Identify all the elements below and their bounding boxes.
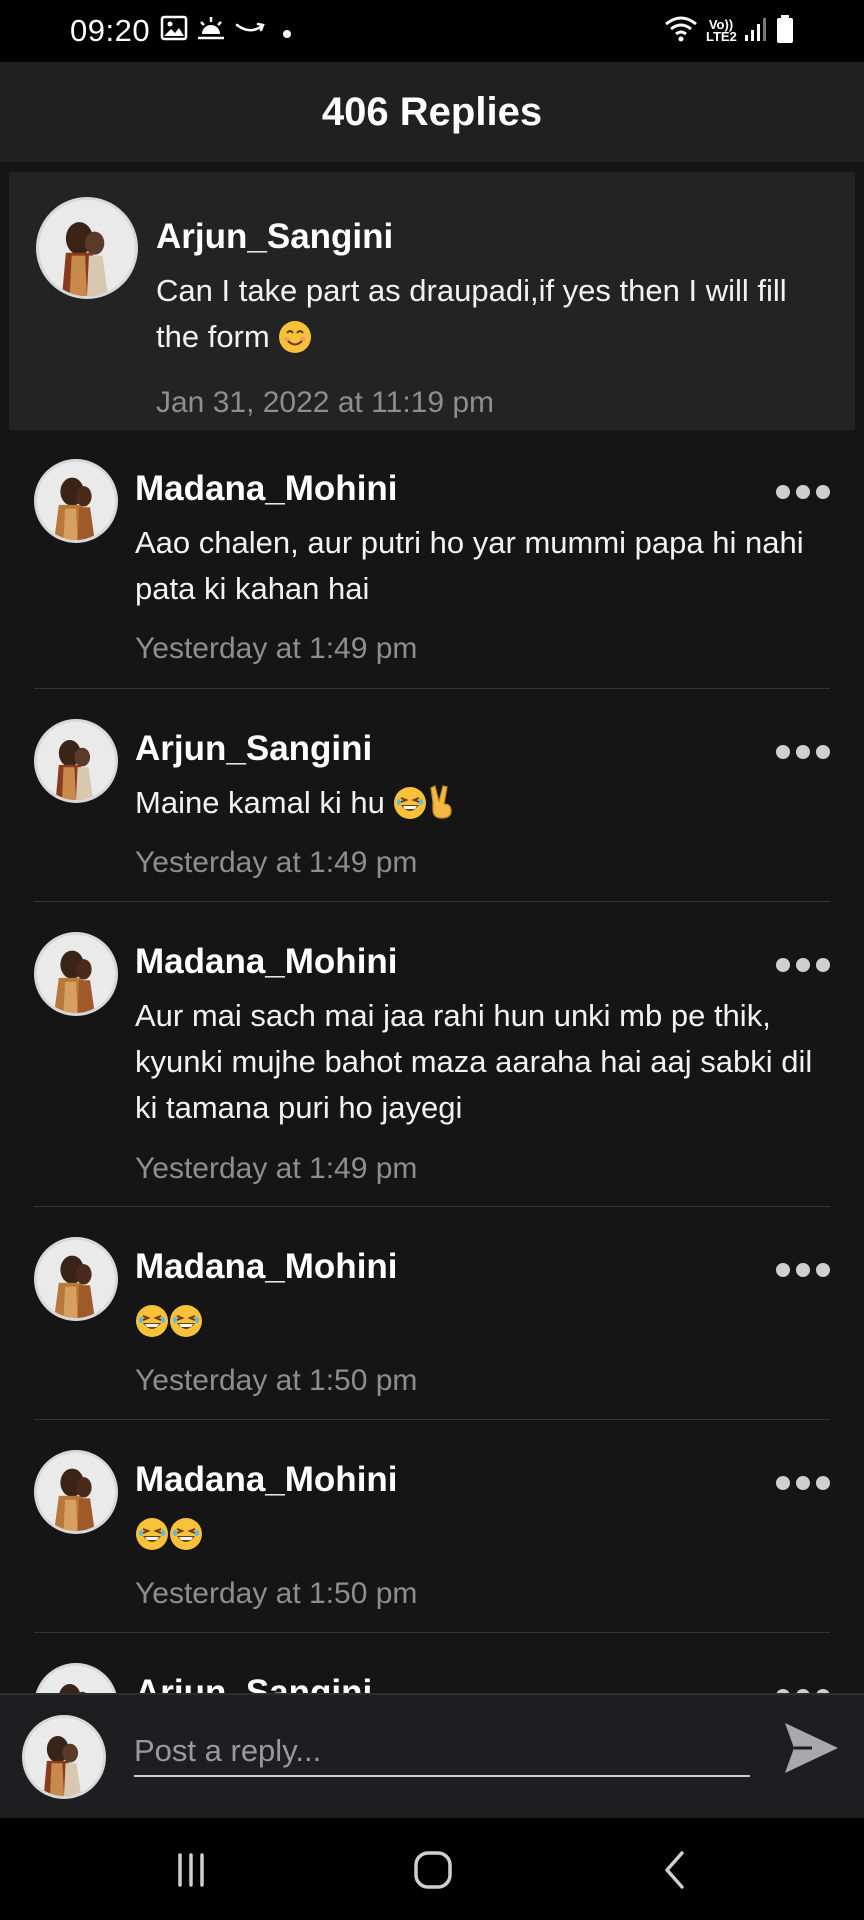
post-text-content: Can I take part as draupadi,if yes then … [156,273,787,354]
reply-text: Aao chalen, aur putri ho yar mummi papa … [135,525,804,606]
more-options-icon[interactable] [776,1686,830,1693]
reply-timestamp: Yesterday at 1:50 pm [135,1364,418,1397]
more-options-icon[interactable] [776,1260,830,1280]
reply-timestamp: Yesterday at 1:49 pm [135,1152,418,1185]
avatar[interactable] [36,197,138,299]
reply-author[interactable]: Madana_Mohini [135,1460,398,1500]
status-right-cluster: Vo)) LTE2 [664,14,794,48]
avatar[interactable] [34,1450,118,1534]
list-item: Arjun_Sangini Maine kamal ki hu Yesterda… [0,689,864,902]
reply-text [135,1511,835,1564]
more-options-icon[interactable] [776,742,830,762]
back-icon[interactable] [650,1848,700,1892]
list-item: Madana_Mohini Yesterday at 1:50 pm [0,1207,864,1420]
battery-icon [776,14,794,49]
reply-text-content: Maine kamal ki hu [135,785,385,820]
avatar [22,1715,106,1799]
list-item: Arjun_Sangini [0,1633,864,1693]
home-icon[interactable] [408,1848,458,1892]
reply-timestamp: Yesterday at 1:50 pm [135,1577,418,1610]
reply-timestamp: Yesterday at 1:49 pm [135,632,418,665]
dot-icon [282,26,292,44]
post-text: Can I take part as draupadi,if yes then … [156,268,836,367]
avatar[interactable] [34,459,118,543]
more-options-icon[interactable] [776,955,830,975]
reply-author[interactable]: Madana_Mohini [135,942,398,982]
image-icon [160,14,188,47]
signal-icon [744,15,768,48]
avatar[interactable] [34,719,118,803]
reply-author[interactable]: Arjun_Sangini [135,1673,372,1693]
post-timestamp: Jan 31, 2022 at 11:19 pm [156,386,495,419]
network-label: Vo)) LTE2 [706,17,737,44]
wifi-icon [664,14,698,49]
send-icon[interactable] [782,1719,840,1777]
reply-text [135,1298,835,1351]
navigation-bar [0,1818,864,1920]
recent-apps-icon[interactable] [166,1848,216,1892]
header: 406 Replies [0,62,864,162]
avatar[interactable] [34,1663,118,1693]
page-title: 406 Replies [321,89,543,134]
amazon-smile-icon [234,20,266,43]
parent-post: Arjun_Sangini Can I take part as draupad… [9,172,855,430]
laughing-face-icon [135,1517,169,1564]
victory-hand-icon [427,784,457,833]
reply-text: Maine kamal ki hu [135,780,835,833]
reply-input[interactable] [134,1727,750,1777]
reply-timestamp: Yesterday at 1:49 pm [135,846,418,879]
laughing-face-icon [393,786,427,833]
laughing-face-icon [169,1517,203,1564]
laughing-face-icon [169,1304,203,1351]
more-options-icon[interactable] [776,1473,830,1493]
avatar[interactable] [34,932,118,1016]
list-item: Madana_Mohini Aao chalen, aur putri ho y… [0,442,864,689]
avatar[interactable] [34,1237,118,1321]
sunrise-icon [196,14,226,47]
reply-author[interactable]: Arjun_Sangini [135,729,372,769]
more-options-icon[interactable] [776,482,830,502]
smiling-face-icon [278,320,312,367]
post-author[interactable]: Arjun_Sangini [156,217,393,257]
reply-text: Aur mai sach mai jaa rahi hun unki mb pe… [135,998,813,1125]
reply-composer [0,1693,864,1818]
status-time: 09:20 [70,13,151,48]
status-bar: 09:20 Vo)) LTE2 [0,0,864,62]
reply-author[interactable]: Madana_Mohini [135,469,398,509]
laughing-face-icon [135,1304,169,1351]
reply-author[interactable]: Madana_Mohini [135,1247,398,1287]
list-item: Madana_Mohini Aur mai sach mai jaa rahi … [0,902,864,1207]
list-item: Madana_Mohini Yesterday at 1:50 pm [0,1420,864,1633]
reply-thread[interactable]: Arjun_Sangini Can I take part as draupad… [0,162,864,1693]
